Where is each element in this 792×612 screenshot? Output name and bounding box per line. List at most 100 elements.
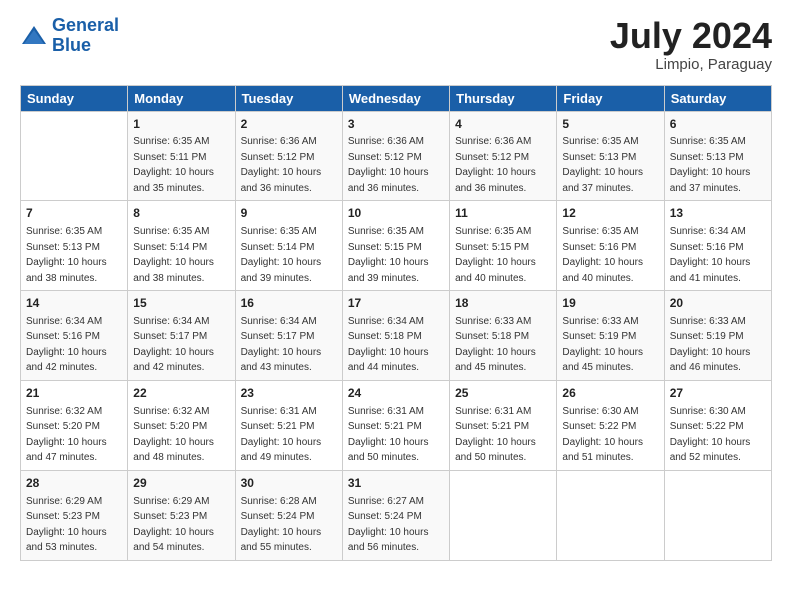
header-thursday: Thursday [450,85,557,111]
day-number: 16 [241,295,337,312]
day-info: Sunrise: 6:34 AMSunset: 5:18 PMDaylight:… [348,316,429,374]
day-number: 22 [133,385,229,402]
cell-week2-day6: 13 Sunrise: 6:34 AMSunset: 5:16 PMDaylig… [664,201,771,291]
cell-week3-day3: 17 Sunrise: 6:34 AMSunset: 5:18 PMDaylig… [342,291,449,381]
day-info: Sunrise: 6:35 AMSunset: 5:13 PMDaylight:… [26,226,107,284]
cell-week2-day3: 10 Sunrise: 6:35 AMSunset: 5:15 PMDaylig… [342,201,449,291]
cell-week1-day2: 2 Sunrise: 6:36 AMSunset: 5:12 PMDayligh… [235,111,342,201]
day-info: Sunrise: 6:33 AMSunset: 5:18 PMDaylight:… [455,316,536,374]
cell-week4-day1: 22 Sunrise: 6:32 AMSunset: 5:20 PMDaylig… [128,380,235,470]
day-info: Sunrise: 6:35 AMSunset: 5:11 PMDaylight:… [133,136,214,194]
day-number: 27 [670,385,766,402]
cell-week5-day3: 31 Sunrise: 6:27 AMSunset: 5:24 PMDaylig… [342,470,449,560]
day-number: 18 [455,295,551,312]
cell-week5-day5 [557,470,664,560]
day-number: 28 [26,475,122,492]
day-info: Sunrise: 6:35 AMSunset: 5:15 PMDaylight:… [455,226,536,284]
page-container: General Blue July 2024 Limpio, Paraguay … [0,0,792,573]
logo-line2: Blue [52,35,91,55]
logo-line1: General [52,15,119,35]
day-number: 1 [133,116,229,133]
day-info: Sunrise: 6:35 AMSunset: 5:14 PMDaylight:… [241,226,322,284]
day-info: Sunrise: 6:35 AMSunset: 5:13 PMDaylight:… [562,136,643,194]
day-number: 11 [455,205,551,222]
day-info: Sunrise: 6:34 AMSunset: 5:16 PMDaylight:… [26,316,107,374]
day-number: 13 [670,205,766,222]
header-tuesday: Tuesday [235,85,342,111]
day-info: Sunrise: 6:32 AMSunset: 5:20 PMDaylight:… [133,406,214,464]
cell-week3-day1: 15 Sunrise: 6:34 AMSunset: 5:17 PMDaylig… [128,291,235,381]
header-monday: Monday [128,85,235,111]
cell-week5-day2: 30 Sunrise: 6:28 AMSunset: 5:24 PMDaylig… [235,470,342,560]
cell-week1-day6: 6 Sunrise: 6:35 AMSunset: 5:13 PMDayligh… [664,111,771,201]
day-number: 12 [562,205,658,222]
day-number: 31 [348,475,444,492]
day-number: 26 [562,385,658,402]
cell-week4-day6: 27 Sunrise: 6:30 AMSunset: 5:22 PMDaylig… [664,380,771,470]
title-block: July 2024 Limpio, Paraguay [610,16,772,73]
cell-week4-day4: 25 Sunrise: 6:31 AMSunset: 5:21 PMDaylig… [450,380,557,470]
cell-week2-day0: 7 Sunrise: 6:35 AMSunset: 5:13 PMDayligh… [21,201,128,291]
day-info: Sunrise: 6:34 AMSunset: 5:17 PMDaylight:… [241,316,322,374]
day-info: Sunrise: 6:31 AMSunset: 5:21 PMDaylight:… [348,406,429,464]
week-row-4: 21 Sunrise: 6:32 AMSunset: 5:20 PMDaylig… [21,380,772,470]
calendar-table: Sunday Monday Tuesday Wednesday Thursday… [20,85,772,561]
day-number: 29 [133,475,229,492]
cell-week5-day6 [664,470,771,560]
day-info: Sunrise: 6:29 AMSunset: 5:23 PMDaylight:… [26,496,107,554]
day-number: 7 [26,205,122,222]
logo-text: General Blue [52,16,119,56]
cell-week2-day2: 9 Sunrise: 6:35 AMSunset: 5:14 PMDayligh… [235,201,342,291]
cell-week3-day5: 19 Sunrise: 6:33 AMSunset: 5:19 PMDaylig… [557,291,664,381]
day-info: Sunrise: 6:35 AMSunset: 5:15 PMDaylight:… [348,226,429,284]
day-number: 14 [26,295,122,312]
cell-week4-day2: 23 Sunrise: 6:31 AMSunset: 5:21 PMDaylig… [235,380,342,470]
month-year: July 2024 [610,16,772,56]
day-info: Sunrise: 6:35 AMSunset: 5:14 PMDaylight:… [133,226,214,284]
day-info: Sunrise: 6:35 AMSunset: 5:16 PMDaylight:… [562,226,643,284]
cell-week3-day6: 20 Sunrise: 6:33 AMSunset: 5:19 PMDaylig… [664,291,771,381]
cell-week3-day4: 18 Sunrise: 6:33 AMSunset: 5:18 PMDaylig… [450,291,557,381]
day-info: Sunrise: 6:36 AMSunset: 5:12 PMDaylight:… [455,136,536,194]
day-info: Sunrise: 6:27 AMSunset: 5:24 PMDaylight:… [348,496,429,554]
day-info: Sunrise: 6:34 AMSunset: 5:17 PMDaylight:… [133,316,214,374]
day-number: 17 [348,295,444,312]
day-info: Sunrise: 6:28 AMSunset: 5:24 PMDaylight:… [241,496,322,554]
day-info: Sunrise: 6:32 AMSunset: 5:20 PMDaylight:… [26,406,107,464]
cell-week2-day1: 8 Sunrise: 6:35 AMSunset: 5:14 PMDayligh… [128,201,235,291]
day-number: 10 [348,205,444,222]
cell-week5-day4 [450,470,557,560]
day-number: 25 [455,385,551,402]
cell-week1-day3: 3 Sunrise: 6:36 AMSunset: 5:12 PMDayligh… [342,111,449,201]
cell-week1-day4: 4 Sunrise: 6:36 AMSunset: 5:12 PMDayligh… [450,111,557,201]
day-number: 24 [348,385,444,402]
week-row-5: 28 Sunrise: 6:29 AMSunset: 5:23 PMDaylig… [21,470,772,560]
header: General Blue July 2024 Limpio, Paraguay [20,16,772,73]
weekday-header-row: Sunday Monday Tuesday Wednesday Thursday… [21,85,772,111]
day-info: Sunrise: 6:31 AMSunset: 5:21 PMDaylight:… [241,406,322,464]
day-info: Sunrise: 6:30 AMSunset: 5:22 PMDaylight:… [670,406,751,464]
header-friday: Friday [557,85,664,111]
day-number: 30 [241,475,337,492]
day-number: 21 [26,385,122,402]
day-info: Sunrise: 6:34 AMSunset: 5:16 PMDaylight:… [670,226,751,284]
day-info: Sunrise: 6:33 AMSunset: 5:19 PMDaylight:… [670,316,751,374]
cell-week2-day4: 11 Sunrise: 6:35 AMSunset: 5:15 PMDaylig… [450,201,557,291]
day-number: 6 [670,116,766,133]
day-number: 23 [241,385,337,402]
header-sunday: Sunday [21,85,128,111]
cell-week5-day0: 28 Sunrise: 6:29 AMSunset: 5:23 PMDaylig… [21,470,128,560]
day-info: Sunrise: 6:31 AMSunset: 5:21 PMDaylight:… [455,406,536,464]
cell-week4-day0: 21 Sunrise: 6:32 AMSunset: 5:20 PMDaylig… [21,380,128,470]
day-info: Sunrise: 6:29 AMSunset: 5:23 PMDaylight:… [133,496,214,554]
day-info: Sunrise: 6:33 AMSunset: 5:19 PMDaylight:… [562,316,643,374]
cell-week4-day5: 26 Sunrise: 6:30 AMSunset: 5:22 PMDaylig… [557,380,664,470]
cell-week5-day1: 29 Sunrise: 6:29 AMSunset: 5:23 PMDaylig… [128,470,235,560]
day-info: Sunrise: 6:30 AMSunset: 5:22 PMDaylight:… [562,406,643,464]
logo-icon [20,24,48,48]
day-number: 3 [348,116,444,133]
day-info: Sunrise: 6:36 AMSunset: 5:12 PMDaylight:… [241,136,322,194]
cell-week2-day5: 12 Sunrise: 6:35 AMSunset: 5:16 PMDaylig… [557,201,664,291]
day-number: 8 [133,205,229,222]
day-number: 4 [455,116,551,133]
